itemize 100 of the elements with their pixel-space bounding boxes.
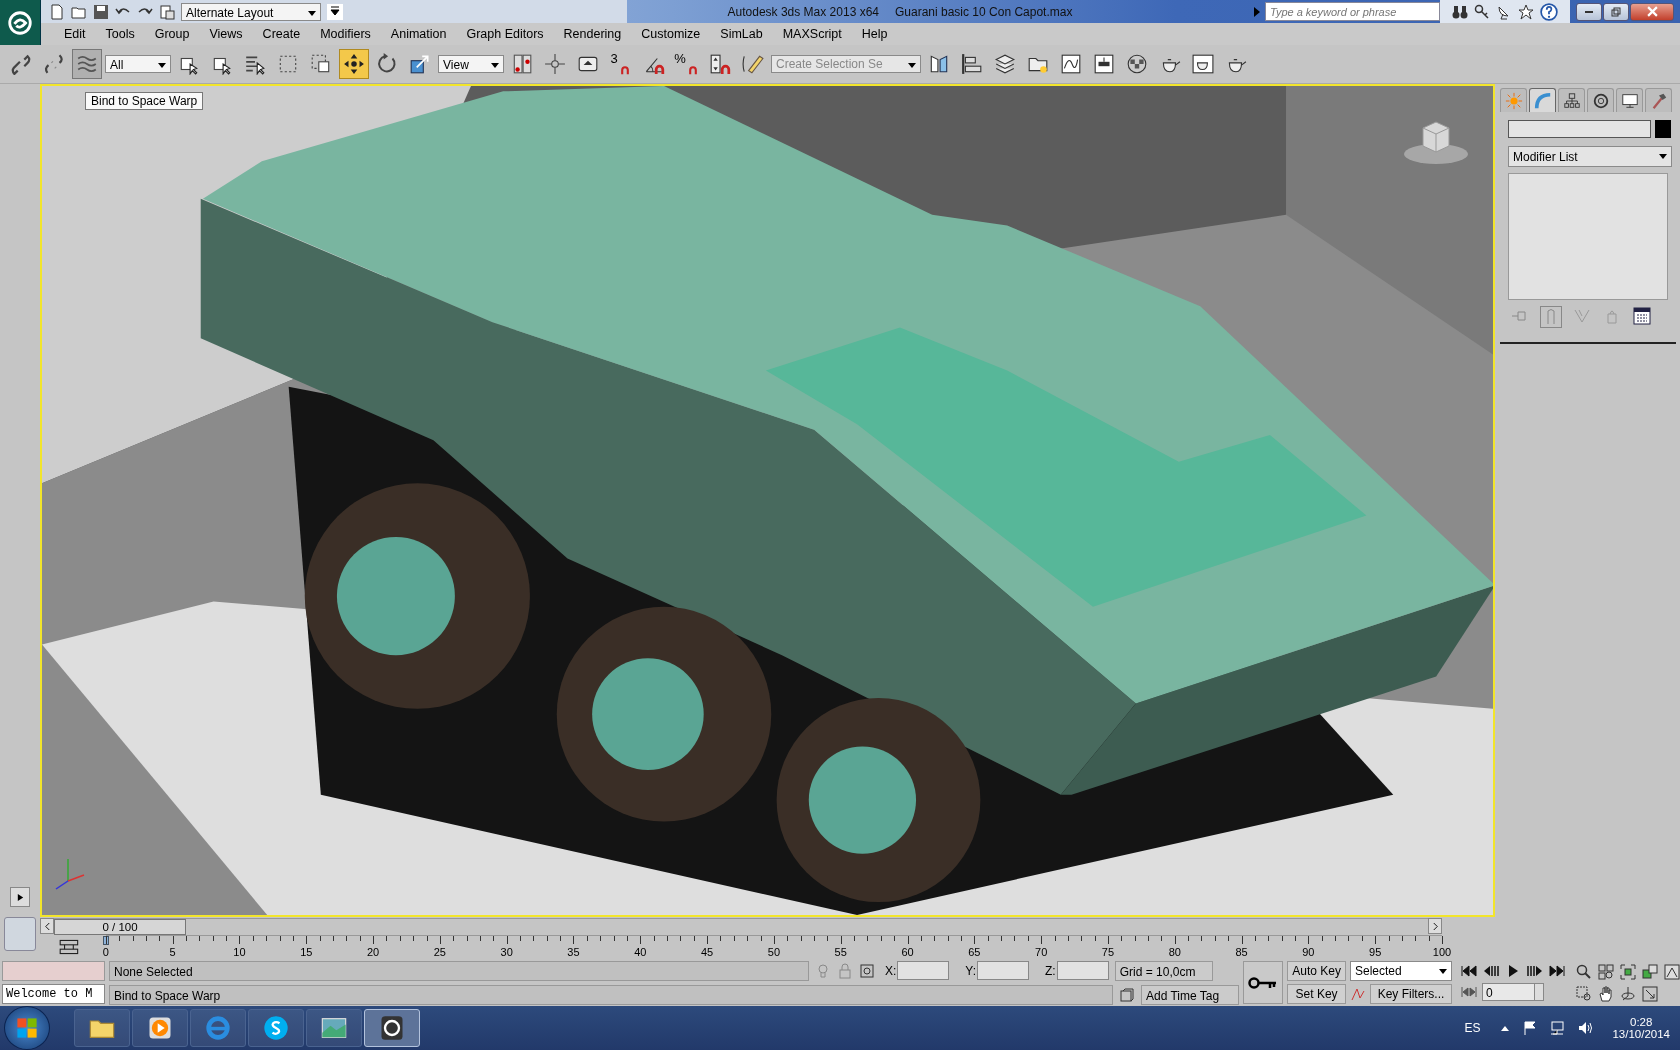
- toolbar-dropdown[interactable]: View: [438, 55, 504, 73]
- save-icon[interactable]: [93, 3, 109, 20]
- add-time-tag-button[interactable]: Add Time Tag: [1141, 984, 1239, 1005]
- previous-key-icon[interactable]: [1482, 964, 1500, 978]
- taskbar-app-button[interactable]: [364, 1009, 420, 1047]
- expand-arrow-icon[interactable]: [1253, 5, 1261, 18]
- menu-item[interactable]: Modifiers: [312, 27, 383, 41]
- current-frame-field[interactable]: 0: [1482, 983, 1544, 1001]
- object-name-field[interactable]: [1508, 120, 1651, 138]
- toolbar-dropdown[interactable]: All: [105, 55, 171, 73]
- command-panel-tab[interactable]: [1558, 88, 1585, 112]
- zoom-icon[interactable]: [1576, 963, 1592, 980]
- search-field[interactable]: Type a keyword or phrase: [1265, 2, 1440, 21]
- taskbar-app-button[interactable]: [248, 1009, 304, 1047]
- binoculars-icon[interactable]: [1452, 3, 1468, 20]
- key-icon[interactable]: [1474, 3, 1490, 20]
- set-key-mode-button[interactable]: Set Key: [1287, 984, 1346, 1004]
- modifier-list-dropdown[interactable]: Modifier List: [1508, 146, 1672, 167]
- workspace-dropdown[interactable]: Alternate Layout: [181, 2, 321, 21]
- menu-item[interactable]: Help: [853, 27, 900, 41]
- menu-item[interactable]: SimLab: [712, 27, 775, 41]
- menu-item[interactable]: Tools: [97, 27, 147, 41]
- color-swatch[interactable]: [1655, 120, 1671, 138]
- menu-item[interactable]: MAXScript: [774, 27, 854, 41]
- crosshair-icon[interactable]: [859, 962, 875, 979]
- key-mode-dropdown[interactable]: Selected: [1349, 961, 1452, 981]
- frame-number: 40: [634, 946, 647, 959]
- app-logo-button[interactable]: [0, 0, 41, 45]
- frame-number: 85: [1235, 946, 1248, 959]
- close-icon: [1646, 6, 1658, 17]
- taskbar-app-button[interactable]: [74, 1009, 130, 1047]
- menu-item[interactable]: Rendering: [555, 27, 634, 41]
- set-key-button[interactable]: [1243, 961, 1284, 1004]
- menu-item[interactable]: Group: [146, 27, 202, 41]
- command-panel-tab[interactable]: [1645, 88, 1672, 112]
- zoom-extents-all-icon[interactable]: [1642, 963, 1658, 980]
- close-button[interactable]: [1630, 2, 1674, 21]
- left-chevron-icon: [43, 921, 51, 931]
- key-filters-button[interactable]: Key Filters...: [1369, 984, 1452, 1004]
- command-panel-tab[interactable]: [1529, 88, 1556, 112]
- configure-icon[interactable]: [1632, 306, 1652, 326]
- taskbar-app-button[interactable]: [306, 1009, 362, 1047]
- menu-item[interactable]: Create: [254, 27, 313, 41]
- clock-date[interactable]: 13/10/2014: [1612, 1028, 1670, 1040]
- broken-chain-icon: [43, 53, 65, 75]
- command-panel-tab[interactable]: [1616, 88, 1643, 112]
- orbit-icon[interactable]: [1620, 985, 1636, 1002]
- z-coordinate-field[interactable]: [1056, 961, 1109, 980]
- time-slider-thumb[interactable]: 0 / 100: [54, 918, 186, 935]
- curve-editor-icon[interactable]: [58, 939, 80, 955]
- previous-frame-button[interactable]: [40, 918, 54, 934]
- expand-button[interactable]: [10, 887, 30, 907]
- go-to-start-icon[interactable]: [1460, 964, 1478, 978]
- x-coordinate-field[interactable]: [897, 961, 950, 980]
- toolbar-button[interactable]: %: [672, 49, 702, 79]
- tangent-curve-icon[interactable]: [1349, 986, 1366, 1002]
- next-frame-button[interactable]: [1428, 918, 1442, 934]
- maximize-viewport-icon[interactable]: [1642, 985, 1658, 1002]
- hand-icon[interactable]: [1598, 985, 1614, 1002]
- command-panel-tab[interactable]: [1587, 88, 1614, 112]
- zoom-all-icon[interactable]: [1598, 963, 1614, 980]
- toolbar-button[interactable]: 3: [606, 49, 636, 79]
- restore-button[interactable]: [1603, 2, 1629, 21]
- zoom-extents-icon[interactable]: [1620, 963, 1636, 980]
- menu-item[interactable]: Animation: [382, 27, 459, 41]
- key-mode-toggle-icon[interactable]: [1460, 985, 1478, 999]
- y-coordinate-field[interactable]: [977, 961, 1030, 980]
- frame-number: 5: [169, 946, 176, 959]
- network-icon[interactable]: [1550, 1020, 1567, 1036]
- field-of-view-icon[interactable]: [1664, 963, 1680, 980]
- prompt-text: Bind to Space Warp: [109, 984, 1113, 1005]
- clock-time[interactable]: 0:28: [1630, 1016, 1653, 1028]
- project-folder-icon[interactable]: [159, 3, 175, 20]
- language-indicator[interactable]: ES: [1464, 1021, 1481, 1035]
- next-key-icon[interactable]: [1526, 964, 1544, 978]
- region-zoom-icon[interactable]: [1576, 985, 1592, 1002]
- minimize-button[interactable]: [1576, 2, 1602, 21]
- frame-number: 45: [701, 946, 714, 959]
- script-output-field[interactable]: Welcome to M: [2, 984, 105, 1004]
- start-button[interactable]: [4, 1006, 50, 1050]
- menu-item[interactable]: Views: [201, 27, 255, 41]
- z-label: Z:: [1045, 963, 1056, 978]
- toolbar-button[interactable]: [339, 49, 369, 79]
- show-hidden-icons-icon[interactable]: [1500, 1024, 1511, 1032]
- time-tag-icon[interactable]: [1119, 986, 1135, 1003]
- frame-number: 70: [1035, 946, 1048, 959]
- new-file-icon[interactable]: [49, 3, 65, 20]
- speaker-icon[interactable]: [1578, 1020, 1595, 1036]
- auto-key-button[interactable]: Auto Key: [1287, 961, 1346, 981]
- star-icon[interactable]: [1518, 3, 1534, 20]
- menu-item[interactable]: Customize: [633, 27, 713, 41]
- go-to-end-icon[interactable]: [1548, 964, 1566, 978]
- selection-set-field[interactable]: Create Selection Se: [771, 55, 921, 73]
- menu-item[interactable]: Graph Editors: [458, 27, 556, 41]
- sun-icon: [1504, 91, 1523, 110]
- script-listener-field[interactable]: [2, 961, 105, 981]
- frame-number: 75: [1101, 946, 1115, 959]
- help-icon[interactable]: [1540, 2, 1558, 21]
- taskbar-app-button[interactable]: [132, 1009, 188, 1047]
- menu-item[interactable]: Edit: [56, 27, 98, 41]
